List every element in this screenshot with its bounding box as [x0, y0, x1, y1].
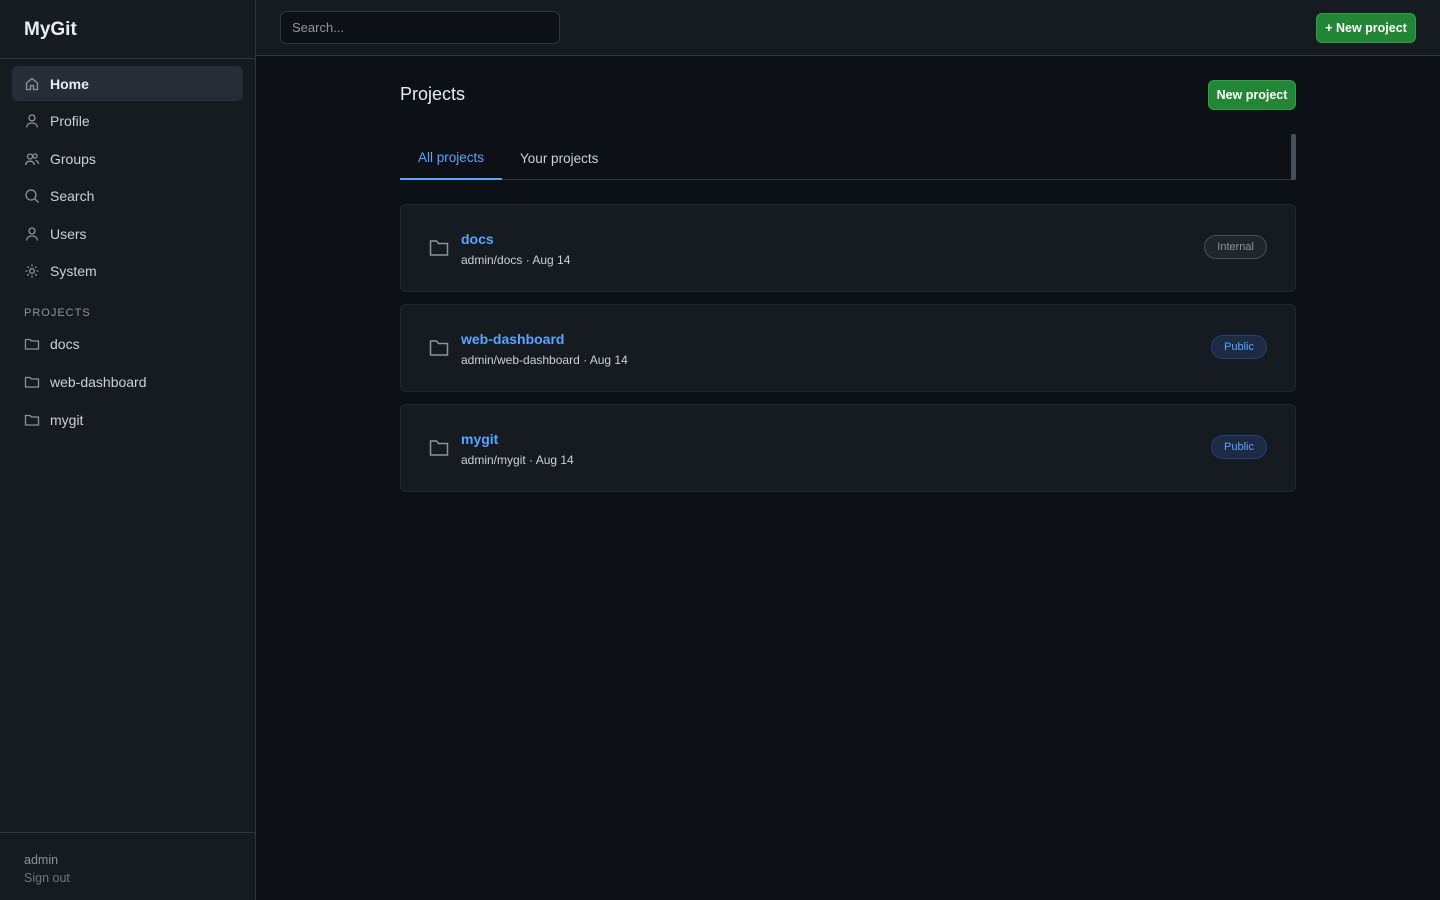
sidebar-item-label: Home [50, 75, 89, 92]
projects-heading: PROJECTS [24, 306, 91, 319]
search-icon [24, 188, 40, 204]
folder-icon [24, 336, 40, 352]
sidebar-item-system[interactable]: System [12, 254, 243, 289]
sidebar-item-home[interactable]: Home [12, 66, 243, 101]
current-user: admin [24, 853, 59, 867]
project-name-link[interactable]: mygit [461, 431, 498, 447]
page-title: Projects [400, 84, 466, 104]
sidebar-item-web-dashboard[interactable]: web-dashboard [12, 365, 243, 400]
app-title: MyGit [0, 0, 255, 59]
tab-your-projects[interactable]: Your projects [502, 136, 616, 180]
gear-icon [24, 263, 40, 279]
sidebar-item-search[interactable]: Search [12, 179, 243, 214]
new-project-button-top[interactable]: + New project [1316, 13, 1416, 43]
sidebar-item-label: System [50, 263, 97, 280]
sidebar-nav: Home Profile Groups Search Users System [0, 59, 255, 289]
new-project-button[interactable]: New project [1208, 80, 1296, 110]
users-icon [24, 151, 40, 167]
visibility-badge: Public [1211, 335, 1267, 359]
sidebar-item-label: Profile [50, 113, 90, 130]
sidebar-item-label: mygit [50, 411, 84, 428]
visibility-badge: Internal [1204, 235, 1267, 259]
sidebar-item-mygit[interactable]: mygit [12, 402, 243, 437]
sidebar-footer: admin Sign out [0, 832, 255, 900]
sidebar-item-label: docs [50, 336, 80, 353]
user-icon [24, 113, 40, 129]
user-icon [24, 226, 40, 242]
search-input[interactable] [280, 11, 560, 44]
project-meta: admin/docs · Aug 14 [461, 253, 571, 267]
tab-all-projects[interactable]: All projects [400, 136, 503, 180]
sign-out-link[interactable]: Sign out [24, 869, 231, 887]
sidebar-item-label: web-dashboard [50, 374, 147, 391]
visibility-badge: Public [1211, 435, 1267, 459]
folder-icon [429, 239, 449, 257]
project-tabs: All projects Your projects [400, 134, 1296, 180]
project-card[interactable]: mygit admin/mygit · Aug 14 Public [400, 404, 1296, 492]
folder-icon [429, 339, 449, 357]
folder-icon [429, 439, 449, 457]
top-bar: + New project [256, 0, 1440, 56]
folder-icon [24, 374, 40, 390]
tabs-scrollbar[interactable] [1291, 134, 1296, 180]
page-header: Projects New project [400, 56, 1296, 136]
project-list: docs admin/docs · Aug 14 Internal web-da… [400, 204, 1296, 492]
sidebar-projects: docs web-dashboard mygit [0, 327, 255, 437]
main-content: Projects New project All projects Your p… [400, 56, 1296, 504]
project-meta: admin/mygit · Aug 14 [461, 453, 574, 467]
sidebar-item-label: Users [50, 225, 87, 242]
sidebar-item-profile[interactable]: Profile [12, 104, 243, 139]
project-card[interactable]: web-dashboard admin/web-dashboard · Aug … [400, 304, 1296, 392]
home-icon [24, 76, 40, 92]
sidebar: MyGit Home Profile Groups Search Users S… [0, 0, 256, 900]
sidebar-item-groups[interactable]: Groups [12, 141, 243, 176]
project-name-link[interactable]: web-dashboard [461, 331, 564, 347]
sidebar-item-docs[interactable]: docs [12, 327, 243, 362]
sidebar-item-label: Groups [50, 150, 96, 167]
sidebar-item-users[interactable]: Users [12, 216, 243, 251]
project-name-link[interactable]: docs [461, 231, 494, 247]
project-card[interactable]: docs admin/docs · Aug 14 Internal [400, 204, 1296, 292]
folder-icon [24, 412, 40, 428]
project-meta: admin/web-dashboard · Aug 14 [461, 353, 628, 367]
sidebar-item-label: Search [50, 188, 95, 205]
